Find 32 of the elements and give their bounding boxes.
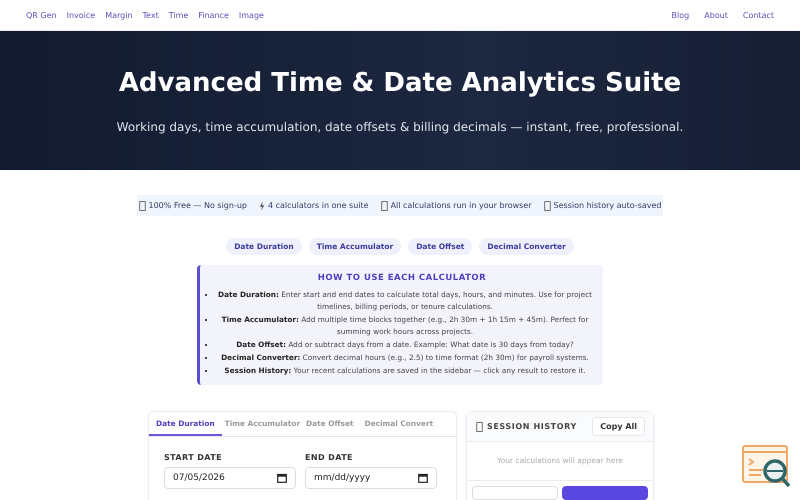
field-label: START DATE xyxy=(164,453,223,462)
save-button[interactable] xyxy=(562,486,648,500)
clear-button[interactable] xyxy=(472,486,558,500)
nav-link[interactable]: Invoice xyxy=(66,10,96,20)
nav-link[interactable]: Margin xyxy=(105,10,133,20)
box-icon xyxy=(138,200,146,210)
date-field[interactable]: 07/05/2026 xyxy=(164,467,296,489)
nav-link[interactable]: About xyxy=(704,10,728,20)
feature-text: Session history auto-saved xyxy=(554,201,662,210)
field-label: END DATE xyxy=(305,453,354,462)
nav-link[interactable]: QR Gen xyxy=(26,10,57,20)
nav-link[interactable]: Image xyxy=(238,10,264,20)
instructions-title: HOW TO USE EACH CALCULATOR xyxy=(316,273,488,283)
feature-text: 4 calculators in one suite xyxy=(268,201,369,210)
hero-title: Advanced Time & Date Analytics Suite xyxy=(118,68,682,98)
hero-subtitle: Working days, time accumulation, date offsets & billing decimals — instant, free, professional. xyxy=(116,120,684,134)
lightning-icon xyxy=(258,200,265,210)
nav-link[interactable]: Contact xyxy=(742,10,774,20)
box-icon xyxy=(544,200,551,210)
nav-link[interactable]: Finance xyxy=(198,10,229,20)
history-title: SESSION HISTORY xyxy=(487,422,577,431)
feature-text: 100% Free — No sign-up xyxy=(148,201,247,210)
box-icon xyxy=(476,422,483,432)
box-icon xyxy=(380,200,388,210)
feature-text: All calculations run in your browser xyxy=(390,201,532,210)
nav-link[interactable]: Text xyxy=(142,10,159,20)
calendar-icon xyxy=(418,473,428,483)
calendar-icon xyxy=(277,473,287,483)
date-field[interactable]: mm/dd/yyyy xyxy=(305,467,437,489)
copy-all-button[interactable]: Copy All xyxy=(592,417,645,436)
nav-link[interactable]: Blog xyxy=(672,10,690,20)
nav-link[interactable]: Time xyxy=(168,10,188,20)
